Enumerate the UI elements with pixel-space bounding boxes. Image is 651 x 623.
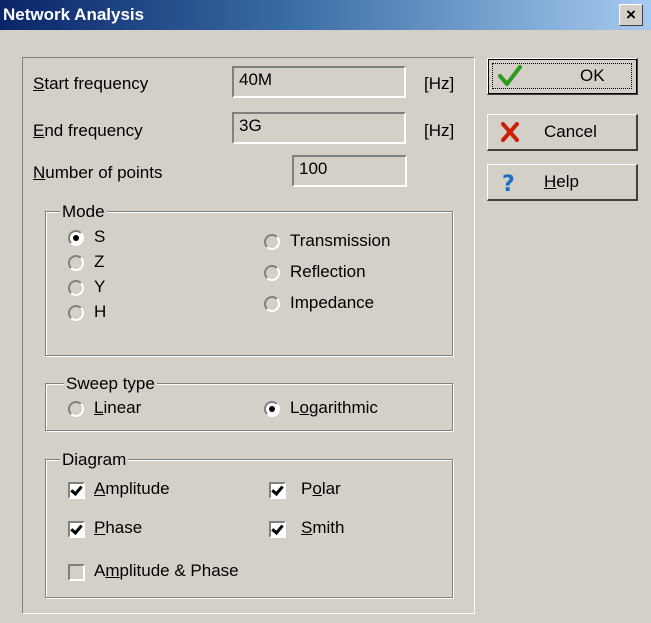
checkbox-indicator (68, 521, 85, 538)
diagram-group-title: Diagram (60, 450, 129, 470)
close-icon: × (626, 5, 636, 24)
radio-indicator (264, 401, 280, 417)
radio-indicator (68, 280, 84, 296)
red-x-icon (501, 122, 519, 142)
start-frequency-unit: [Hz] (424, 74, 455, 93)
question-mark-icon: ? (502, 172, 515, 194)
help-button[interactable]: ? Help (487, 164, 638, 201)
checkbox-indicator (68, 564, 85, 581)
end-frequency-label: End frequency (33, 121, 143, 140)
radio-indicator (68, 255, 84, 271)
cancel-button[interactable]: Cancel (487, 114, 638, 151)
radio-indicator (264, 234, 280, 250)
mode-group-title: Mode (60, 202, 107, 222)
end-frequency-field[interactable]: 3G (232, 112, 406, 144)
svg-text:?: ? (502, 172, 515, 194)
number-of-points-label: Number of points (33, 163, 163, 182)
radio-indicator (68, 230, 84, 246)
network-analysis-dialog: Network Analysis × Start frequency 40M [… (0, 0, 651, 623)
window-title: Network Analysis (3, 5, 145, 24)
number-of-points-field[interactable]: 100 (292, 155, 407, 187)
ok-button-label: OK (580, 66, 605, 85)
start-frequency-field[interactable]: 40M (232, 66, 406, 98)
radio-indicator (68, 401, 84, 417)
mode-group (45, 211, 453, 356)
title-bar[interactable]: Network Analysis × (0, 0, 651, 30)
checkbox-indicator (269, 482, 286, 499)
radio-indicator (264, 296, 280, 312)
sweep-type-group-title: Sweep type (64, 374, 157, 394)
start-frequency-label: Start frequency (33, 74, 149, 93)
radio-indicator (264, 265, 280, 281)
cancel-button-label: Cancel (544, 122, 597, 141)
help-button-label: Help (544, 172, 579, 191)
checkmark-icon (498, 65, 522, 86)
ok-button[interactable]: OK (487, 58, 638, 95)
end-frequency-unit: [Hz] (424, 121, 455, 140)
close-button[interactable]: × (619, 4, 643, 26)
checkbox-indicator (68, 482, 85, 499)
radio-indicator (68, 305, 84, 321)
checkbox-indicator (269, 521, 286, 538)
